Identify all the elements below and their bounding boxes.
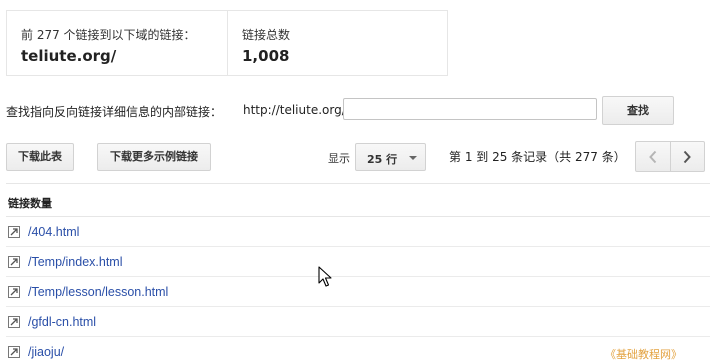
table-toolbar: 下载此表 下载更多示例链接 显示 25 行 第 1 到 25 条记录（共 277… — [6, 141, 710, 173]
pagination-controls — [635, 141, 705, 172]
link-url[interactable]: /404.html — [28, 225, 79, 239]
rows-per-page-select[interactable]: 25 行 — [355, 143, 426, 171]
download-more-links-button[interactable]: 下载更多示例链接 — [97, 143, 211, 171]
links-table: 链接数量 /404.html /Temp/index.html /Temp/le… — [6, 183, 710, 362]
next-page-button[interactable] — [671, 142, 705, 171]
external-link-icon[interactable] — [8, 225, 20, 238]
link-url[interactable]: /Temp/index.html — [28, 255, 122, 269]
table-row: /Temp/index.html — [6, 247, 710, 277]
table-row: /404.html — [6, 217, 710, 247]
column-header-link-count: 链接数量 — [6, 183, 710, 217]
internal-link-search: 查找指向反向链接详细信息的内部链接： http://teliute.org/ 查… — [6, 96, 706, 126]
chevron-left-icon — [648, 150, 656, 163]
external-link-icon[interactable] — [8, 315, 20, 328]
search-label: 查找指向反向链接详细信息的内部链接： — [6, 105, 223, 119]
chevron-right-icon — [684, 150, 692, 163]
total-links-value: 1,008 — [242, 47, 290, 65]
total-links-stat: 链接总数 1,008 — [228, 11, 290, 75]
download-table-button[interactable]: 下载此表 — [6, 143, 74, 171]
external-link-icon[interactable] — [8, 345, 20, 358]
top-links-stat: 前 277 个链接到以下域的链接： teliute.org/ — [7, 11, 228, 75]
total-links-label: 链接总数 — [242, 28, 291, 42]
domain-value: teliute.org/ — [21, 47, 117, 65]
link-url[interactable]: /jiaoju/ — [28, 345, 64, 359]
watermark: 《基础教程网》 — [605, 348, 682, 361]
search-url-prefix: http://teliute.org/ — [243, 103, 346, 117]
link-url[interactable]: /Temp/lesson/lesson.html — [28, 285, 168, 299]
search-button[interactable]: 查找 — [602, 96, 674, 125]
show-rows-label: 显示 — [328, 152, 350, 165]
chevron-down-icon — [409, 156, 417, 160]
external-link-icon[interactable] — [8, 255, 20, 268]
mouse-pointer-icon — [318, 266, 332, 287]
rows-per-page-value: 25 行 — [367, 153, 398, 166]
link-url[interactable]: /gfdl-cn.html — [28, 315, 96, 329]
prev-page-button[interactable] — [636, 142, 671, 171]
search-input[interactable] — [343, 98, 597, 120]
pagination-info: 第 1 到 25 条记录（共 277 条） — [449, 150, 626, 164]
link-stats-panel: 前 277 个链接到以下域的链接： teliute.org/ 链接总数 1,00… — [6, 10, 448, 76]
table-row: /gfdl-cn.html — [6, 307, 710, 337]
top-links-label: 前 277 个链接到以下域的链接： — [21, 28, 196, 42]
external-link-icon[interactable] — [8, 285, 20, 298]
table-row: /Temp/lesson/lesson.html — [6, 277, 710, 307]
